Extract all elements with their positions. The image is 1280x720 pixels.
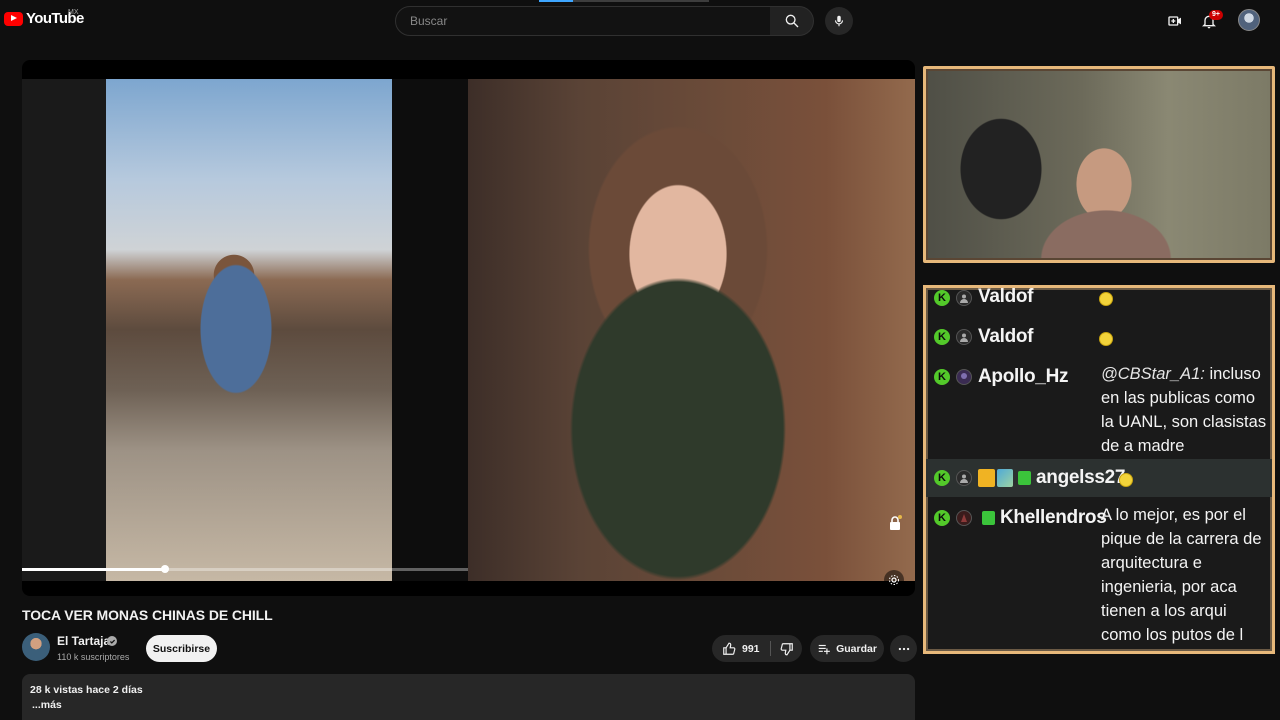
video-player[interactable] [22,60,915,596]
chat-message: K Apollo_Hz @CBStar_A1: incluso en las p… [926,362,1272,458]
gift-badge-icon [982,511,995,525]
like-count: 991 [742,642,760,655]
chat-username: Khellendros [1000,507,1107,528]
emote-icon [1099,332,1113,346]
progress-handle[interactable] [160,565,169,573]
emote-icon [1099,292,1113,306]
subscriber-count: 110 k suscriptores [57,652,130,662]
description-box[interactable]: 28 k vistas hace 2 días ...más [22,674,915,720]
voice-search-button[interactable] [825,7,853,35]
live-chat-overlay: K Valdof K Valdof K Apollo_Hz @CBStar_A1… [923,285,1275,654]
chat-message: K Valdof [926,326,1272,350]
gift-badge-icon [1018,471,1031,485]
search-box[interactable] [395,6,771,36]
kick-badge-icon: K [934,369,950,385]
more-icon [898,647,909,650]
chat-mention: @CBStar_A1: [1101,365,1205,383]
search-input[interactable] [408,7,758,35]
settings-icon [889,575,899,585]
like-button[interactable]: 991 [712,635,769,662]
chat-username: Valdof [978,286,1034,307]
save-label: Guardar [836,642,877,655]
views-and-date: 28 k vistas hace 2 días [30,684,143,696]
show-more-link[interactable]: ...más [32,699,62,711]
dislike-button[interactable] [772,635,802,662]
video-title: TOCA VER MONAS CHINAS DE CHILL [22,607,273,623]
video-divider [392,79,468,581]
save-playlist-icon [818,644,830,654]
chat-message: K Valdof [926,288,1272,310]
more-actions-button[interactable] [890,635,917,662]
video-right-pane [468,79,915,581]
account-avatar[interactable] [1238,9,1260,31]
kick-badge-icon: K [934,290,950,306]
video-left-pane [106,79,392,581]
kick-badge-icon: K [934,329,950,345]
youtube-logo-icon [4,11,23,26]
streamer-webcam [923,66,1275,263]
chat-username: Valdof [978,326,1034,347]
progress-bar[interactable] [22,565,468,573]
emote-icon [1119,473,1133,487]
user-avatar [956,369,972,385]
user-avatar [956,510,972,526]
channel-avatar[interactable] [22,633,50,661]
notification-badge: 9+ [1209,10,1223,20]
search-button[interactable] [770,6,814,36]
button-divider [770,641,771,656]
subscriber-badge-icon [997,469,1013,487]
video-frame[interactable] [22,79,915,590]
chat-username: Apollo_Hz [978,366,1069,387]
chat-message-text: @CBStar_A1: incluso en las publicas como… [1101,362,1271,458]
progress-bar-fill [22,568,165,571]
kick-badge-icon: K [934,510,950,526]
subscribe-button[interactable]: Suscribirse [146,635,217,662]
region-code: MX [68,9,79,16]
top-bar: YouTube MX 9+ [0,0,1280,42]
like-dislike-group: 991 [712,635,802,662]
settings-button[interactable] [884,570,904,590]
user-icon [956,329,972,345]
chat-username: angelss27 [1036,467,1126,488]
chat-message-highlighted: K angelss27 [926,459,1272,497]
kick-badge-icon: K [934,470,950,486]
dislike-icon [780,642,793,655]
verified-icon [107,636,117,646]
user-icon [956,290,972,306]
chat-message-text: A lo mejor, es por el pique de la carrer… [1101,506,1262,651]
page-load-progress [539,0,709,2]
chat-message: K Khellendros A lo mejor, es por el piqu… [926,502,1272,651]
user-icon [956,470,972,486]
search-icon [785,14,798,28]
lock-icon [890,515,902,530]
like-icon [723,642,736,655]
create-video-icon [1168,16,1181,26]
save-button[interactable]: Guardar [810,635,884,662]
channel-name[interactable]: El Tartaja [57,634,110,648]
create-button[interactable] [1164,10,1186,32]
crown-badge-icon [978,469,995,487]
mic-icon [834,15,844,27]
